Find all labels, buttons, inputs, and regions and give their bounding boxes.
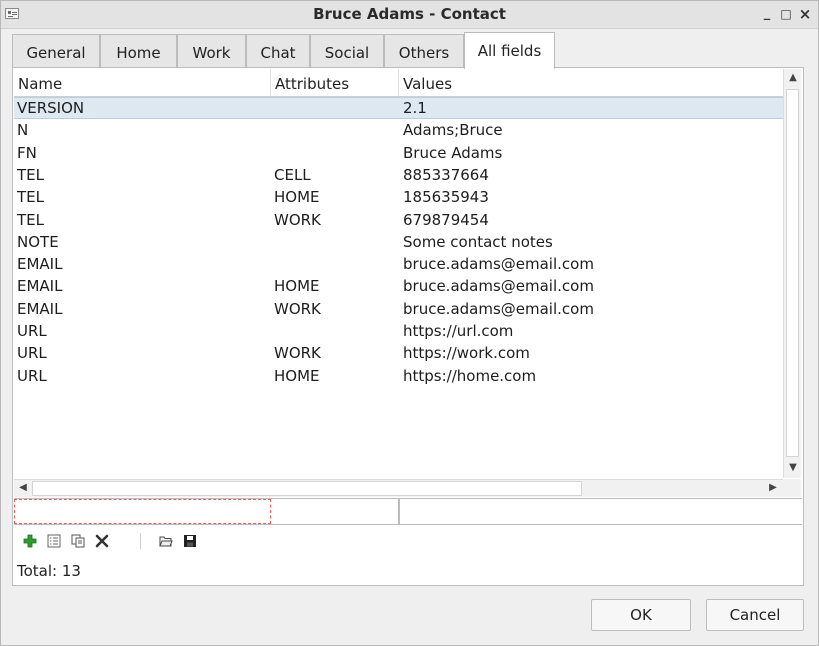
cell-name: EMAIL: [17, 277, 63, 296]
table-row[interactable]: VERSION 2.1: [14, 97, 783, 119]
horizontal-scrollbar[interactable]: ◀ ▶: [14, 479, 783, 497]
tab-others[interactable]: Others: [384, 34, 464, 68]
tab-home[interactable]: Home: [100, 34, 177, 68]
properties-icon[interactable]: [43, 530, 65, 552]
table-row[interactable]: N Adams;Bruce: [14, 119, 783, 141]
contact-dialog: Bruce Adams - Contact _ □ × General Home…: [0, 0, 819, 646]
maximize-button[interactable]: □: [779, 5, 793, 23]
cell-value: 885337664: [403, 165, 489, 184]
scroll-right-icon[interactable]: ▶: [764, 479, 782, 497]
column-header-attributes[interactable]: Attributes: [271, 69, 399, 96]
save-icon[interactable]: [179, 530, 201, 552]
cell-name: VERSION: [17, 99, 85, 117]
name-edit-field[interactable]: [14, 499, 271, 524]
cell-value: 679879454: [403, 210, 489, 229]
cell-name: NOTE: [17, 232, 59, 251]
cell-value: bruce.adams@email.com: [403, 299, 594, 318]
cell-name: TEL: [17, 188, 44, 207]
table-row[interactable]: URL https://url.com: [14, 320, 783, 342]
delete-icon[interactable]: [91, 530, 113, 552]
add-icon[interactable]: [19, 530, 41, 552]
table-row[interactable]: EMAIL bruce.adams@email.com: [14, 253, 783, 275]
cell-name: TEL: [17, 210, 44, 229]
tab-general[interactable]: General: [12, 34, 100, 68]
cell-name: URL: [17, 366, 47, 385]
value-edit-field[interactable]: [399, 499, 800, 524]
cell-name: TEL: [17, 165, 44, 184]
cell-attributes: WORK: [274, 210, 321, 229]
tab-chat[interactable]: Chat: [246, 34, 310, 68]
attributes-edit-field[interactable]: [271, 499, 399, 524]
cell-attributes: HOME: [274, 188, 320, 207]
column-header-name[interactable]: Name: [14, 69, 271, 96]
total-count: Total: 13: [17, 562, 81, 580]
cell-attributes: WORK: [274, 299, 321, 318]
table-row[interactable]: EMAIL HOME bruce.adams@email.com: [14, 275, 783, 297]
cell-value: https://home.com: [403, 366, 537, 385]
cell-name: N: [17, 121, 29, 140]
cell-attributes: HOME: [274, 277, 320, 296]
cell-name: EMAIL: [17, 299, 63, 318]
cell-value: Bruce Adams: [403, 143, 503, 162]
horizontal-scroll-thumb[interactable]: [32, 481, 582, 496]
scroll-corner: [783, 479, 801, 497]
tab-all-fields[interactable]: All fields: [464, 32, 555, 69]
column-header-values[interactable]: Values: [399, 69, 783, 96]
table-row[interactable]: FN Bruce Adams: [14, 142, 783, 164]
cell-value: Adams;Bruce: [403, 121, 503, 140]
cell-value: https://work.com: [403, 344, 530, 363]
vertical-scrollbar[interactable]: ▲ ▼: [783, 69, 801, 478]
cell-name: FN: [17, 143, 37, 162]
vertical-scroll-thumb[interactable]: [786, 89, 799, 457]
cell-attributes: WORK: [274, 344, 321, 363]
cell-value: https://url.com: [403, 322, 514, 340]
cancel-button[interactable]: Cancel: [706, 599, 804, 631]
table-row[interactable]: TEL HOME 185635943: [14, 186, 783, 208]
copy-icon[interactable]: [67, 530, 89, 552]
tab-work[interactable]: Work: [177, 34, 246, 68]
all-fields-panel: Name Attributes Values VERSION 2.1 N Adams;…: [12, 67, 804, 586]
window-title: Bruce Adams - Contact: [313, 5, 506, 23]
table-row[interactable]: URL HOME https://home.com: [14, 365, 783, 387]
table-row[interactable]: TEL CELL 885337664: [14, 164, 783, 186]
table-header: Name Attributes Values: [14, 69, 783, 97]
fields-table[interactable]: Name Attributes Values VERSION 2.1 N Adams;…: [14, 69, 783, 479]
scroll-up-icon[interactable]: ▲: [784, 69, 802, 87]
close-button[interactable]: ×: [798, 5, 812, 23]
table-row[interactable]: EMAIL WORK bruce.adams@email.com: [14, 298, 783, 320]
field-editor: [14, 498, 802, 525]
table-row[interactable]: URL WORK https://work.com: [14, 342, 783, 364]
cell-value: Some contact notes: [403, 232, 553, 251]
cell-value: bruce.adams@email.com: [403, 255, 594, 274]
ok-button[interactable]: OK: [591, 599, 691, 631]
toolbar-separator: [140, 533, 141, 549]
cell-value: bruce.adams@email.com: [403, 277, 594, 296]
cell-name: EMAIL: [17, 255, 63, 274]
cell-name: URL: [17, 322, 47, 340]
scroll-down-icon[interactable]: ▼: [784, 459, 802, 477]
cell-value: 2.1: [403, 99, 427, 117]
title-bar[interactable]: Bruce Adams - Contact _ □ ×: [1, 1, 818, 29]
cell-value: 185635943: [403, 188, 489, 207]
minimize-button[interactable]: _: [760, 5, 774, 23]
table-row[interactable]: TEL WORK 679879454: [14, 209, 783, 231]
open-folder-icon[interactable]: [155, 530, 177, 552]
scroll-left-icon[interactable]: ◀: [14, 479, 32, 497]
cell-attributes: CELL: [274, 165, 311, 184]
tab-social[interactable]: Social: [310, 34, 384, 68]
cell-name: URL: [17, 344, 47, 363]
cell-attributes: HOME: [274, 366, 320, 385]
table-row[interactable]: NOTE Some contact notes: [14, 231, 783, 253]
